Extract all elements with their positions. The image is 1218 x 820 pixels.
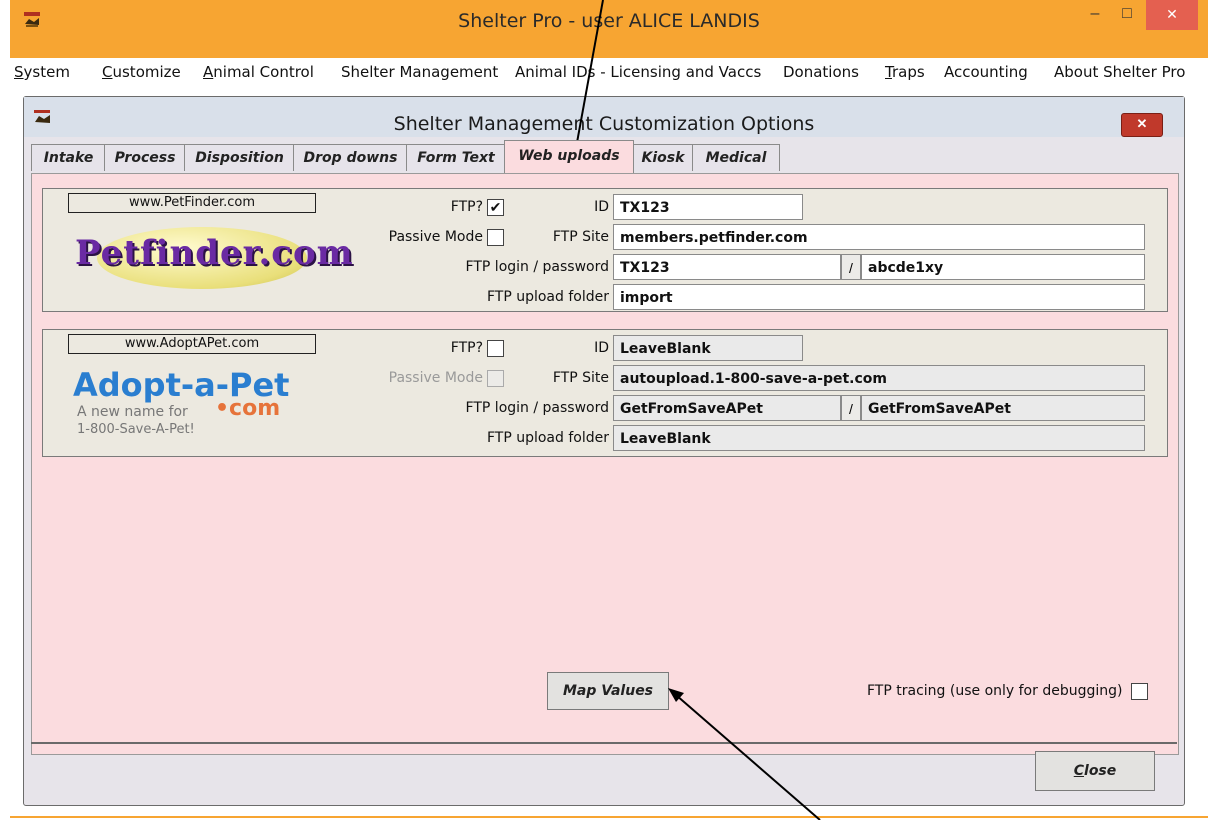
petfinder-logo: Petfinder.com — [57, 223, 353, 295]
minimize-button[interactable]: – — [1082, 0, 1108, 30]
menu-animal-ids[interactable]: Animal IDs - Licensing and Vaccs — [515, 63, 761, 81]
dialog-titlebar: Shelter Management Customization Options… — [24, 97, 1184, 137]
petfinder-login-label: FTP login / password — [465, 259, 609, 275]
maximize-button[interactable]: □ — [1114, 0, 1140, 30]
tab-medical[interactable]: Medical — [692, 144, 780, 171]
menu-bar: System Customize Animal Control Shelter … — [10, 58, 1208, 88]
app-titlebar: Shelter Pro - user ALICE LANDIS – □ ✕ — [10, 0, 1208, 40]
menu-donations[interactable]: Donations — [783, 63, 859, 81]
petfinder-password-field[interactable]: abcde1xy — [861, 254, 1145, 280]
adoptapet-site-label: www.AdoptAPet.com — [68, 334, 316, 354]
customization-dialog: Shelter Management Customization Options… — [23, 96, 1185, 806]
menu-traps[interactable]: Traps — [885, 63, 925, 81]
adoptapet-password-field[interactable]: GetFromSaveAPet — [861, 395, 1145, 421]
adoptapet-login-label: FTP login / password — [465, 400, 609, 416]
tab-disposition[interactable]: Disposition — [184, 144, 295, 171]
ftp-tracing-label: FTP tracing (use only for debugging) — [867, 683, 1123, 699]
adoptapet-passive-label: Passive Mode — [388, 370, 483, 386]
petfinder-id-label: ID — [594, 199, 609, 215]
close-window-button[interactable]: ✕ — [1146, 0, 1198, 30]
menu-animal-control[interactable]: Animal Control — [203, 63, 314, 81]
adoptapet-slash: / — [841, 395, 861, 421]
petfinder-site-field-label: FTP Site — [552, 229, 609, 245]
adoptapet-logo-phone: 1-800-Save-A-Pet! — [77, 422, 195, 437]
menu-customize[interactable]: Customize — [102, 63, 181, 81]
tab-form-text[interactable]: Form Text — [406, 144, 506, 171]
map-values-button[interactable]: Map Values — [547, 672, 669, 710]
adoptapet-ftp-site-field[interactable]: autoupload.1-800-save-a-pet.com — [613, 365, 1145, 391]
petfinder-login-field[interactable]: TX123 — [613, 254, 841, 280]
menu-system[interactable]: System — [14, 63, 70, 81]
petfinder-folder-label: FTP upload folder — [486, 289, 609, 305]
adoptapet-passive-checkbox[interactable] — [487, 370, 504, 387]
dialog-close-button[interactable]: ✕ — [1121, 113, 1163, 137]
petfinder-id-field[interactable]: TX123 — [613, 194, 803, 220]
petfinder-logo-text: Petfinder.com — [75, 233, 354, 273]
petfinder-ftp-label: FTP? — [450, 199, 483, 215]
menu-shelter-management[interactable]: Shelter Management — [341, 63, 498, 81]
adoptapet-id-field[interactable]: LeaveBlank — [613, 335, 803, 361]
dialog-divider — [31, 742, 1177, 744]
petfinder-ftp-checkbox[interactable]: ✔ — [487, 199, 504, 216]
app-title: Shelter Pro - user ALICE LANDIS — [458, 10, 760, 32]
adoptapet-section: www.AdoptAPet.com Adopt-a-Pet A new name… — [42, 329, 1168, 457]
petfinder-slash: / — [841, 254, 861, 280]
petfinder-section: www.PetFinder.com Petfinder.com FTP? ✔ P… — [42, 188, 1168, 312]
petfinder-site-label: www.PetFinder.com — [68, 193, 316, 213]
tab-web-uploads[interactable]: Web uploads — [504, 140, 634, 173]
petfinder-folder-field[interactable]: import — [613, 284, 1145, 310]
tab-kiosk[interactable]: Kiosk — [632, 144, 694, 171]
adoptapet-site-field-label: FTP Site — [552, 370, 609, 386]
adoptapet-logo: Adopt-a-Pet A new name for •com 1-800-Sa… — [73, 366, 323, 446]
adoptapet-logo-com: •com — [215, 396, 281, 421]
ftp-tracing-checkbox[interactable] — [1131, 683, 1148, 700]
menu-about[interactable]: About Shelter Pro — [1054, 63, 1185, 81]
adoptapet-ftp-checkbox[interactable] — [487, 340, 504, 357]
tab-drop-downs[interactable]: Drop downs — [293, 144, 408, 171]
petfinder-passive-checkbox[interactable] — [487, 229, 504, 246]
menu-accounting[interactable]: Accounting — [944, 63, 1028, 81]
dialog-title: Shelter Management Customization Options — [393, 113, 815, 135]
adoptapet-login-field[interactable]: GetFromSaveAPet — [613, 395, 841, 421]
adoptapet-ftp-label: FTP? — [450, 340, 483, 356]
check-icon: ✔ — [489, 199, 502, 215]
adoptapet-id-label: ID — [594, 340, 609, 356]
tab-intake[interactable]: Intake — [31, 144, 106, 171]
petfinder-passive-label: Passive Mode — [388, 229, 483, 245]
adoptapet-folder-label: FTP upload folder — [486, 430, 609, 446]
tab-process[interactable]: Process — [104, 144, 186, 171]
adoptapet-folder-field[interactable]: LeaveBlank — [613, 425, 1145, 451]
petfinder-ftp-site-field[interactable]: members.petfinder.com — [613, 224, 1145, 250]
web-uploads-panel: www.PetFinder.com Petfinder.com FTP? ✔ P… — [31, 173, 1179, 755]
close-button[interactable]: Close — [1035, 751, 1155, 791]
adoptapet-logo-tagline: A new name for — [77, 404, 188, 420]
